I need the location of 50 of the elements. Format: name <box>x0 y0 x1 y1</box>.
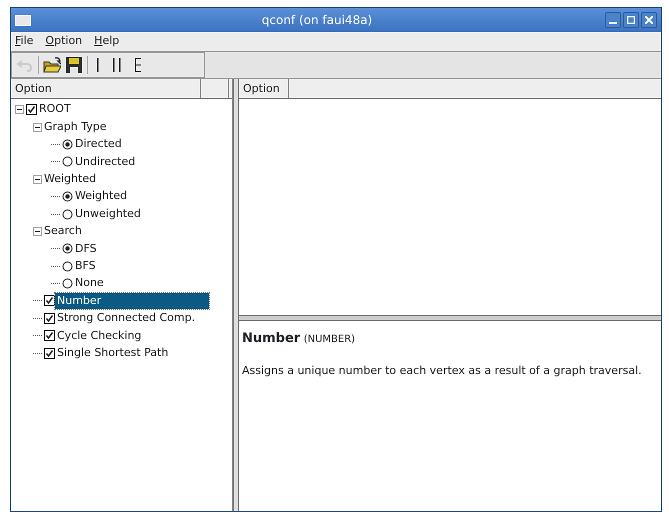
tree-item[interactable]: BFS <box>73 258 98 274</box>
checkbox[interactable] <box>44 330 55 342</box>
radio-button[interactable] <box>62 260 73 272</box>
column-header[interactable]: Option <box>239 79 289 98</box>
window-title: qconf (on faui48a) <box>260 12 374 29</box>
tree-item[interactable]: Single Shortest Path <box>55 344 170 362</box>
tree-item[interactable]: DFS <box>73 240 99 258</box>
tree-item[interactable]: Undirected <box>73 154 138 170</box>
split-view-icon <box>113 58 121 72</box>
tree-item[interactable]: Number <box>55 292 209 310</box>
tree-item[interactable]: Strong Connected Comp. <box>55 310 198 327</box>
tree-item[interactable]: Directed <box>73 136 124 153</box>
tree-item[interactable]: Unweighted <box>73 206 143 222</box>
menu-item[interactable]: File <box>15 33 34 50</box>
tree-item[interactable]: ROOT <box>37 101 73 118</box>
full-view-icon <box>135 58 141 72</box>
tree-item[interactable]: Weighted <box>73 188 130 205</box>
save-button[interactable] <box>65 56 83 74</box>
checkbox[interactable] <box>44 295 55 306</box>
collapse-icon[interactable] <box>15 105 24 114</box>
radio-button[interactable] <box>62 208 73 220</box>
menu-item[interactable]: Option <box>45 33 82 50</box>
radio-button[interactable] <box>62 138 73 150</box>
tree-item[interactable]: Search <box>42 223 84 240</box>
close-icon <box>645 16 653 24</box>
checkbox[interactable] <box>26 104 37 116</box>
maximize-icon <box>627 16 635 24</box>
maximize-button[interactable] <box>623 12 639 28</box>
checkbox[interactable] <box>44 348 55 359</box>
tree-item[interactable]: Graph Type <box>42 118 109 136</box>
collapse-icon[interactable] <box>33 226 42 236</box>
collapse-icon[interactable] <box>33 122 42 132</box>
tree-item[interactable]: Weighted <box>42 171 98 188</box>
minimize-button[interactable] <box>605 12 621 28</box>
checkbox[interactable] <box>44 312 55 324</box>
tree-item[interactable]: Cycle Checking <box>55 328 144 344</box>
radio-button[interactable] <box>62 278 73 290</box>
close-button[interactable] <box>641 12 657 28</box>
open-folder-button[interactable] <box>43 56 61 74</box>
radio-button[interactable] <box>62 191 73 202</box>
radio-button[interactable] <box>62 243 73 254</box>
radio-button[interactable] <box>62 156 73 168</box>
save-icon <box>65 56 83 74</box>
tree-item[interactable]: None <box>73 275 106 292</box>
window-icon <box>15 14 31 26</box>
help-title: Number (NUMBER) <box>242 330 356 348</box>
help-text: Assigns a unique number to each vertex as a result of a graph traversal. <box>242 362 643 378</box>
open-folder-icon <box>43 56 61 74</box>
menu-item[interactable]: Help <box>94 33 120 50</box>
collapse-icon[interactable] <box>33 174 42 184</box>
